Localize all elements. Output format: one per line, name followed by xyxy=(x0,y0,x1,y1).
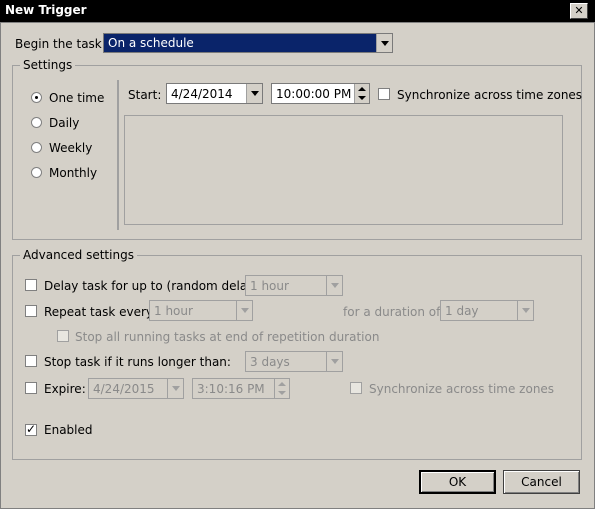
expire-time-value: 3:10:16 PM xyxy=(197,382,265,396)
spin-up-icon[interactable] xyxy=(278,382,286,386)
delay-task-checkbox[interactable] xyxy=(25,279,37,291)
expire-date-value: 4/24/2015 xyxy=(93,382,155,396)
radio-daily-label: Daily xyxy=(49,116,80,130)
stop-task-if-longer-combo[interactable]: 3 days xyxy=(245,351,343,372)
recurrence-panel xyxy=(124,115,563,225)
radio-one-time-label: One time xyxy=(49,91,105,105)
delay-task-value: 1 hour xyxy=(250,279,289,293)
radio-monthly-label: Monthly xyxy=(49,166,98,180)
advanced-settings-title: Advanced settings xyxy=(20,248,137,262)
expire-label: Expire: xyxy=(44,382,86,396)
radio-daily[interactable] xyxy=(31,117,42,128)
expire-date-picker[interactable]: 4/24/2015 xyxy=(88,378,184,399)
begin-task-label: Begin the task: xyxy=(15,37,106,51)
repeat-task-label: Repeat task every: xyxy=(44,305,157,319)
sync-time-zones-label: Synchronize across time zones xyxy=(397,88,583,102)
title-bar: New Trigger ✕ xyxy=(0,0,595,22)
sync-time-zones-checkbox[interactable] xyxy=(378,88,390,100)
chevron-down-icon xyxy=(517,301,533,320)
stop-all-tasks-checkbox[interactable] xyxy=(57,330,69,342)
start-time-spinner[interactable] xyxy=(354,84,369,103)
expire-sync-label: Synchronize across time zones xyxy=(369,382,555,396)
spin-down-icon[interactable] xyxy=(278,391,286,395)
enabled-checkbox[interactable] xyxy=(25,422,37,436)
chevron-down-icon xyxy=(326,352,342,371)
enabled-label: Enabled xyxy=(44,423,93,437)
close-button[interactable]: ✕ xyxy=(570,3,588,19)
repeat-task-combo[interactable]: 1 hour xyxy=(149,300,253,321)
chevron-down-icon[interactable] xyxy=(246,84,262,103)
duration-label: for a duration of: xyxy=(343,305,444,319)
repeat-task-checkbox[interactable] xyxy=(25,305,37,317)
spin-up-icon[interactable] xyxy=(358,87,366,91)
radio-weekly[interactable] xyxy=(31,142,42,153)
settings-divider xyxy=(117,80,119,230)
chevron-down-icon xyxy=(167,379,183,398)
chevron-down-icon xyxy=(376,34,392,52)
stop-all-tasks-label: Stop all running tasks at end of repetit… xyxy=(75,330,380,344)
begin-task-value: On a schedule xyxy=(108,36,194,50)
window-title: New Trigger xyxy=(5,3,87,17)
expire-time-field[interactable]: 3:10:16 PM xyxy=(192,378,290,399)
radio-monthly[interactable] xyxy=(31,167,42,178)
stop-task-if-longer-checkbox[interactable] xyxy=(25,355,37,367)
start-date-value: 4/24/2014 xyxy=(171,87,233,101)
settings-group-title: Settings xyxy=(20,58,76,72)
start-time-field[interactable]: 10:00:00 PM xyxy=(271,83,370,104)
ok-button[interactable]: OK xyxy=(419,470,496,494)
repeat-task-value: 1 hour xyxy=(154,304,193,318)
start-label: Start: xyxy=(128,88,162,102)
stop-task-if-longer-label: Stop task if it runs longer than: xyxy=(44,355,231,369)
expire-sync-checkbox[interactable] xyxy=(350,382,362,394)
radio-weekly-label: Weekly xyxy=(49,141,93,155)
duration-value: 1 day xyxy=(445,304,479,318)
delay-task-label: Delay task for up to (random delay): xyxy=(44,279,264,293)
chevron-down-icon xyxy=(326,276,342,295)
radio-one-time[interactable] xyxy=(31,92,42,103)
expire-time-spinner[interactable] xyxy=(274,379,289,398)
start-date-picker[interactable]: 4/24/2014 xyxy=(166,83,263,104)
cancel-button[interactable]: Cancel xyxy=(503,470,580,494)
delay-task-combo[interactable]: 1 hour xyxy=(245,275,343,296)
expire-checkbox[interactable] xyxy=(25,382,37,394)
start-time-value: 10:00:00 PM xyxy=(276,87,352,101)
begin-task-combo[interactable]: On a schedule xyxy=(103,33,393,53)
duration-combo[interactable]: 1 day xyxy=(440,300,534,321)
chevron-down-icon xyxy=(236,301,252,320)
stop-task-if-longer-value: 3 days xyxy=(250,355,290,369)
spin-down-icon[interactable] xyxy=(358,96,366,100)
